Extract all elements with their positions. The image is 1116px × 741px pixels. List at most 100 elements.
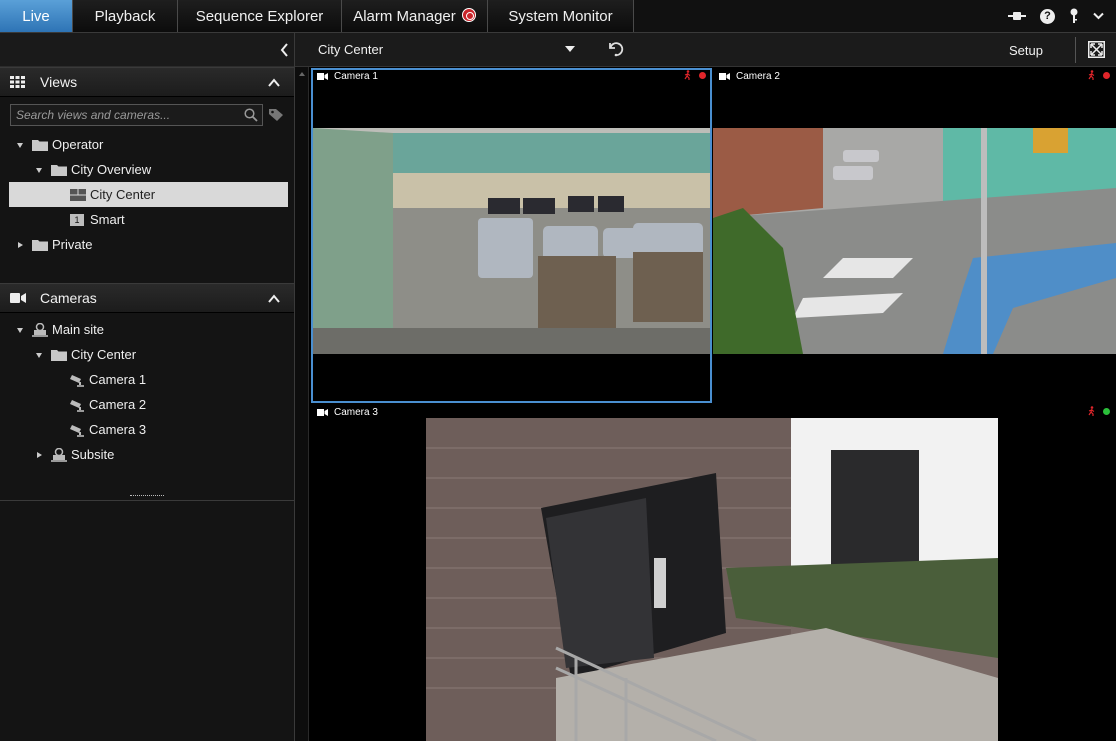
tree-item-label: Operator [52,137,104,152]
setup-button[interactable]: Setup [1009,43,1043,58]
tree-item-subsite[interactable]: Subsite [0,442,294,467]
camera-tile-label: Camera 2 [719,71,780,82]
tab-live[interactable]: Live [0,0,73,32]
key-icon[interactable] [1069,8,1079,24]
recording-indicator-icon [1103,71,1110,79]
view-dropdown-icon[interactable] [565,46,575,52]
tab-sequence-explorer-label: Sequence Explorer [195,7,324,25]
tab-alarm-manager-label: Alarm Manager [353,7,456,25]
camera-name: Camera 3 [334,407,378,418]
pane-splitter[interactable] [0,493,294,501]
camera-1-video-feed [313,128,710,354]
camera-2-video-feed [713,128,1116,354]
tree-item-label: Camera 2 [89,397,147,412]
camera-tile-label: Camera 3 [317,407,378,418]
camera-icon [70,424,84,437]
undo-icon[interactable] [607,40,625,58]
tree-item-label: City Overview [71,162,152,177]
cameras-section-header[interactable]: Cameras [0,283,294,313]
tree-item-label: City Center [90,187,156,202]
server-icon [32,322,48,337]
camera-icon [70,374,84,387]
search-row [10,104,286,126]
camera-icon [70,399,84,412]
video-camera-icon [317,73,328,80]
motion-icon [684,70,691,80]
camera-status [1087,406,1110,416]
tree-item-label: City Center [71,347,137,362]
chevron-up-icon[interactable] [268,293,280,305]
connected-indicator-icon [1103,407,1110,415]
expand-right-icon[interactable] [35,451,43,459]
layout-2x2-icon [70,188,86,201]
views-section-header[interactable]: Views [0,67,294,97]
tree-item-camera-3[interactable]: Camera 3 [0,417,294,442]
expand-down-icon[interactable] [16,141,24,149]
search-input[interactable] [16,108,241,122]
tree-item-label: Main site [52,322,105,337]
video-camera-icon [317,409,328,416]
tree-item-city-center-view[interactable]: City Center [9,182,288,207]
expand-down-icon[interactable] [35,351,43,359]
chevron-down-icon[interactable] [1093,12,1104,20]
motion-icon [1088,70,1095,80]
tag-icon[interactable] [268,108,284,122]
connection-status-icon[interactable] [1008,10,1026,22]
tree-item-label: Smart [90,212,125,227]
tree-item-city-center-folder[interactable]: City Center [0,342,294,367]
tab-live-label: Live [22,7,50,25]
toolbar-divider [1075,37,1076,63]
folder-icon [51,349,67,361]
top-navigation-bar: Live Playback Sequence Explorer Alarm Ma… [0,0,1116,33]
expand-down-icon[interactable] [35,166,43,174]
tree-item-camera-2[interactable]: Camera 2 [0,392,294,417]
folder-icon [32,239,48,251]
tree-item-label: Camera 1 [89,372,147,387]
tab-playback[interactable]: Playback [73,0,178,32]
video-camera-icon [10,293,26,303]
expand-right-icon[interactable] [16,241,24,249]
camera-tile-1[interactable]: Camera 1 [311,68,712,403]
cameras-tree: Main site City Center Camera 1 Camera 2 … [0,317,294,467]
motion-icon [1088,406,1095,416]
search-box [10,104,263,126]
tab-playback-label: Playback [94,7,156,25]
tree-item-city-overview[interactable]: City Overview [0,157,294,182]
alarm-badge-icon [461,8,476,22]
camera-name: Camera 2 [736,71,780,82]
search-icon[interactable] [244,108,258,122]
tree-item-operator[interactable]: Operator [0,132,294,157]
top-right-icons: ? [1008,0,1116,32]
layout-1-icon: 1 [70,213,84,226]
tab-alarm-manager[interactable]: Alarm Manager [342,0,488,32]
splitter-grip-icon[interactable] [130,495,164,497]
tab-system-monitor[interactable]: System Monitor [488,0,634,32]
tree-item-label: Camera 3 [89,422,147,437]
help-icon[interactable]: ? [1040,8,1055,24]
view-toolbar: City Center Setup [295,33,1116,67]
tab-system-monitor-label: System Monitor [508,7,613,25]
tree-item-main-site[interactable]: Main site [0,317,294,342]
cameras-title: Cameras [40,290,97,306]
camera-tile-3[interactable]: Camera 3 [311,404,1116,741]
scroll-up-icon[interactable] [299,72,305,76]
tree-item-camera-1[interactable]: Camera 1 [0,367,294,392]
grid-icon [10,76,26,88]
pane-collapse-row [0,33,294,67]
tree-item-private[interactable]: Private [0,232,294,257]
video-camera-icon [719,73,730,80]
expand-down-icon[interactable] [16,326,24,334]
collapse-pane-icon[interactable] [280,33,290,67]
tree-item-smart[interactable]: 1 Smart [0,207,294,232]
tab-sequence-explorer[interactable]: Sequence Explorer [178,0,342,32]
fullscreen-icon[interactable] [1088,41,1105,58]
folder-icon [51,164,67,176]
camera-tile-label: Camera 1 [317,71,378,82]
current-view-name[interactable]: City Center [318,42,383,57]
camera-3-video-feed [426,418,998,741]
camera-tile-2[interactable]: Camera 2 [713,68,1116,403]
chevron-up-icon[interactable] [268,77,280,89]
view-scrollbar[interactable] [295,67,309,741]
tree-item-label: Private [52,237,93,252]
views-tree: Operator City Overview City Center 1 Sma… [0,132,294,257]
